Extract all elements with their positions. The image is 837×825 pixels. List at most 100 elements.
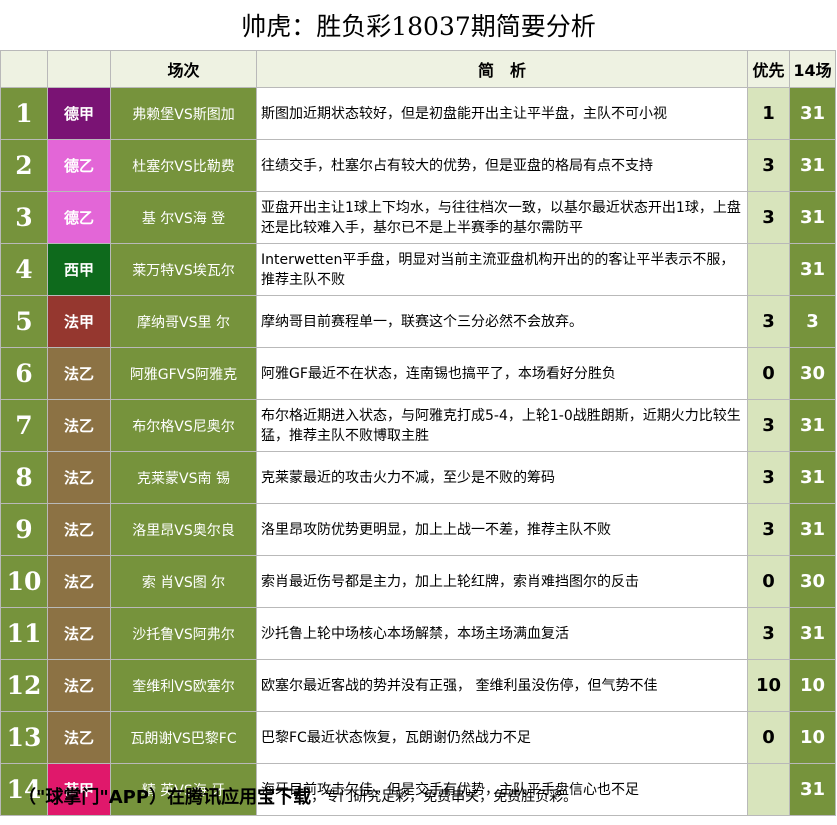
match-number: 5 <box>0 295 48 348</box>
header-num <box>0 50 48 88</box>
footer-note: ，专门研究足彩，免费串关，免费胜负彩。 <box>311 789 578 805</box>
preferred-pick: 1 <box>747 87 790 140</box>
match-number: 3 <box>0 191 48 244</box>
count-14: 31 <box>789 139 836 192</box>
league-badge: 德乙 <box>47 191 111 244</box>
match-name: 洛里昂VS奥尔良 <box>110 503 257 556</box>
match-analysis: 斯图加近期状态较好，但是初盘能开出主让平半盘，主队不可小视 <box>256 87 748 140</box>
league-badge: 法乙 <box>47 347 111 400</box>
count-14: 10 <box>789 711 836 764</box>
count-14: 30 <box>789 347 836 400</box>
header-pref: 优先 <box>747 50 790 88</box>
league-badge: 法乙 <box>47 711 111 764</box>
footer: （"球掌门"APP）在腾讯应用宝下载 ，专门研究足彩，免费串关，免费胜负彩。 <box>18 778 577 814</box>
match-name: 基 尔VS海 登 <box>110 191 257 244</box>
match-name: 沙托鲁VS阿弗尔 <box>110 607 257 660</box>
count-14: 31 <box>789 399 836 452</box>
match-analysis: Interwetten平手盘，明显对当前主流亚盘机构开出的的客让平半表示不服，推… <box>256 243 748 296</box>
table-row: 13 法乙 瓦朗谢VS巴黎FC 巴黎FC最近状态恢复，瓦朗谢仍然战力不足 0 10 <box>0 711 836 764</box>
page-title: 帅虎：胜负彩18037期简要分析 <box>241 12 596 41</box>
match-name: 瓦朗谢VS巴黎FC <box>110 711 257 764</box>
count-14: 31 <box>789 503 836 556</box>
match-analysis: 沙托鲁上轮中场核心本场解禁，本场主场满血复活 <box>256 607 748 660</box>
table-row: 8 法乙 克莱蒙VS南 锡克莱蒙最近的攻击火力不减，至少是不败的筹码 3 31 <box>0 451 836 504</box>
match-name: 杜塞尔VS比勒费 <box>110 139 257 192</box>
match-number: 9 <box>0 503 48 556</box>
header-league <box>47 50 111 88</box>
match-name: 摩纳哥VS里 尔 <box>110 295 257 348</box>
count-14: 31 <box>789 763 836 816</box>
match-analysis: 巴黎FC最近状态恢复，瓦朗谢仍然战力不足 <box>256 711 748 764</box>
table-row: 7 法乙 布尔格VS尼奥尔 布尔格近期进入状态，与阿雅克打成5-4，上轮1-0战胜朗斯… <box>0 399 836 452</box>
match-number: 2 <box>0 139 48 192</box>
preferred-pick: 0 <box>747 711 790 764</box>
match-number: 4 <box>0 243 48 296</box>
preferred-pick <box>747 763 790 816</box>
match-number: 10 <box>0 555 48 608</box>
league-badge: 法乙 <box>47 451 111 504</box>
match-number: 11 <box>0 607 48 660</box>
table-row: 12 法乙 奎维利VS欧塞尔 欧塞尔最近客战的势并没有正强， 奎维利虽没伤停，但气势不… <box>0 659 836 712</box>
table-row: 4 西甲 莱万特VS埃瓦尔 Interwetten平手盘，明显对当前主流亚盘机构开出的… <box>0 243 836 296</box>
league-badge: 法乙 <box>47 659 111 712</box>
preferred-pick: 3 <box>747 191 790 244</box>
league-badge: 德甲 <box>47 87 111 140</box>
match-name: 克莱蒙VS南 锡 <box>110 451 257 504</box>
match-name: 索 肖VS图 尔 <box>110 555 257 608</box>
analysis-table: 场次 简 析 优先 14场 1 德甲 弗赖堡VS斯图加 斯图加近期状态较好，但是初盘能… <box>0 50 836 816</box>
league-badge: 德乙 <box>47 139 111 192</box>
match-analysis: 亚盘开出主让1球上下均水，与往往档次一致，以基尔最近状态开出1球，上盘还是比较难… <box>256 191 748 244</box>
count-14: 31 <box>789 243 836 296</box>
table-row: 5 法甲 摩纳哥VS里 尔摩纳哥目前赛程单一，联赛这个三分必然不会放弃。 3 3 <box>0 295 836 348</box>
match-number: 12 <box>0 659 48 712</box>
preferred-pick: 10 <box>747 659 790 712</box>
match-name: 莱万特VS埃瓦尔 <box>110 243 257 296</box>
match-analysis: 阿雅GF最近不在状态，连南锡也搞平了，本场看好分胜负 <box>256 347 748 400</box>
preferred-pick: 3 <box>747 295 790 348</box>
match-name: 弗赖堡VS斯图加 <box>110 87 257 140</box>
preferred-pick <box>747 243 790 296</box>
match-number: 6 <box>0 347 48 400</box>
table-row: 10 法乙索 肖VS图 尔索肖最近伤号都是主力，加上上轮红牌，索肖难挡图尔的反击 0… <box>0 555 836 608</box>
match-analysis: 克莱蒙最近的攻击火力不减，至少是不败的筹码 <box>256 451 748 504</box>
preferred-pick: 3 <box>747 607 790 660</box>
league-badge: 法乙 <box>47 555 111 608</box>
preferred-pick: 3 <box>747 503 790 556</box>
match-number: 13 <box>0 711 48 764</box>
preferred-pick: 0 <box>747 347 790 400</box>
count-14: 31 <box>789 87 836 140</box>
footer-app-promo: （"球掌门"APP）在腾讯应用宝下载 <box>18 787 312 808</box>
league-badge: 法甲 <box>47 295 111 348</box>
preferred-pick: 0 <box>747 555 790 608</box>
match-number: 7 <box>0 399 48 452</box>
count-14: 31 <box>789 451 836 504</box>
match-analysis: 索肖最近伤号都是主力，加上上轮红牌，索肖难挡图尔的反击 <box>256 555 748 608</box>
match-number: 1 <box>0 87 48 140</box>
match-analysis: 洛里昂攻防优势更明显，加上上战一不差，推荐主队不败 <box>256 503 748 556</box>
count-14: 30 <box>789 555 836 608</box>
match-analysis: 往绩交手，杜塞尔占有较大的优势，但是亚盘的格局有点不支持 <box>256 139 748 192</box>
table-row: 2 德乙 杜塞尔VS比勒费 往绩交手，杜塞尔占有较大的优势，但是亚盘的格局有点不支持 3… <box>0 139 836 192</box>
preferred-pick: 3 <box>747 451 790 504</box>
match-number: 8 <box>0 451 48 504</box>
match-name: 布尔格VS尼奥尔 <box>110 399 257 452</box>
league-badge: 法乙 <box>47 399 111 452</box>
count-14: 3 <box>789 295 836 348</box>
table-row: 9 法乙 洛里昂VS奥尔良 洛里昂攻防优势更明显，加上上战一不差，推荐主队不败 3 31 <box>0 503 836 556</box>
preferred-pick: 3 <box>747 399 790 452</box>
match-name: 阿雅GFVS阿雅克 <box>110 347 257 400</box>
preferred-pick: 3 <box>747 139 790 192</box>
count-14: 31 <box>789 191 836 244</box>
count-14: 31 <box>789 607 836 660</box>
count-14: 10 <box>789 659 836 712</box>
match-analysis: 欧塞尔最近客战的势并没有正强， 奎维利虽没伤停，但气势不佳 <box>256 659 748 712</box>
table-row: 11 法乙 沙托鲁VS阿弗尔 沙托鲁上轮中场核心本场解禁，本场主场满血复活 3 31 <box>0 607 836 660</box>
match-analysis: 摩纳哥目前赛程单一，联赛这个三分必然不会放弃。 <box>256 295 748 348</box>
header-analysis: 简 析 <box>256 50 748 88</box>
table-row: 3 德乙基 尔VS海 登亚盘开出主让1球上下均水，与往往档次一致，以基尔最近状态开… <box>0 191 836 244</box>
league-badge: 法乙 <box>47 607 111 660</box>
match-name: 奎维利VS欧塞尔 <box>110 659 257 712</box>
league-badge: 西甲 <box>47 243 111 296</box>
league-badge: 法乙 <box>47 503 111 556</box>
header-match: 场次 <box>110 50 257 88</box>
